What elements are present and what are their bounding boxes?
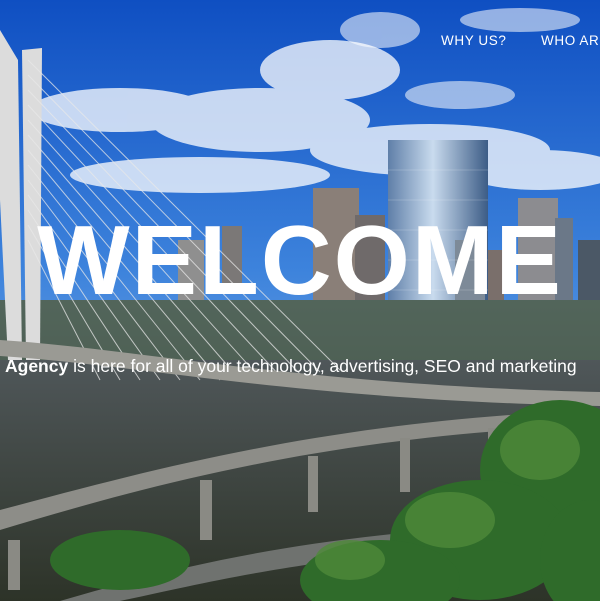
- tagline-text: is here for all of your technology, adve…: [68, 356, 577, 376]
- tagline-brand: Agency: [5, 356, 69, 376]
- hero-section: WHY US? WHO AR WELCOME Agency is here fo…: [0, 0, 600, 601]
- welcome-headline: WELCOME: [37, 205, 563, 315]
- hero-tagline: Agency is here for all of your technolog…: [5, 354, 600, 378]
- nav-link-why-us[interactable]: WHY US?: [441, 33, 506, 48]
- top-navigation: WHY US? WHO AR: [0, 33, 600, 51]
- nav-link-who-are[interactable]: WHO AR: [541, 33, 599, 48]
